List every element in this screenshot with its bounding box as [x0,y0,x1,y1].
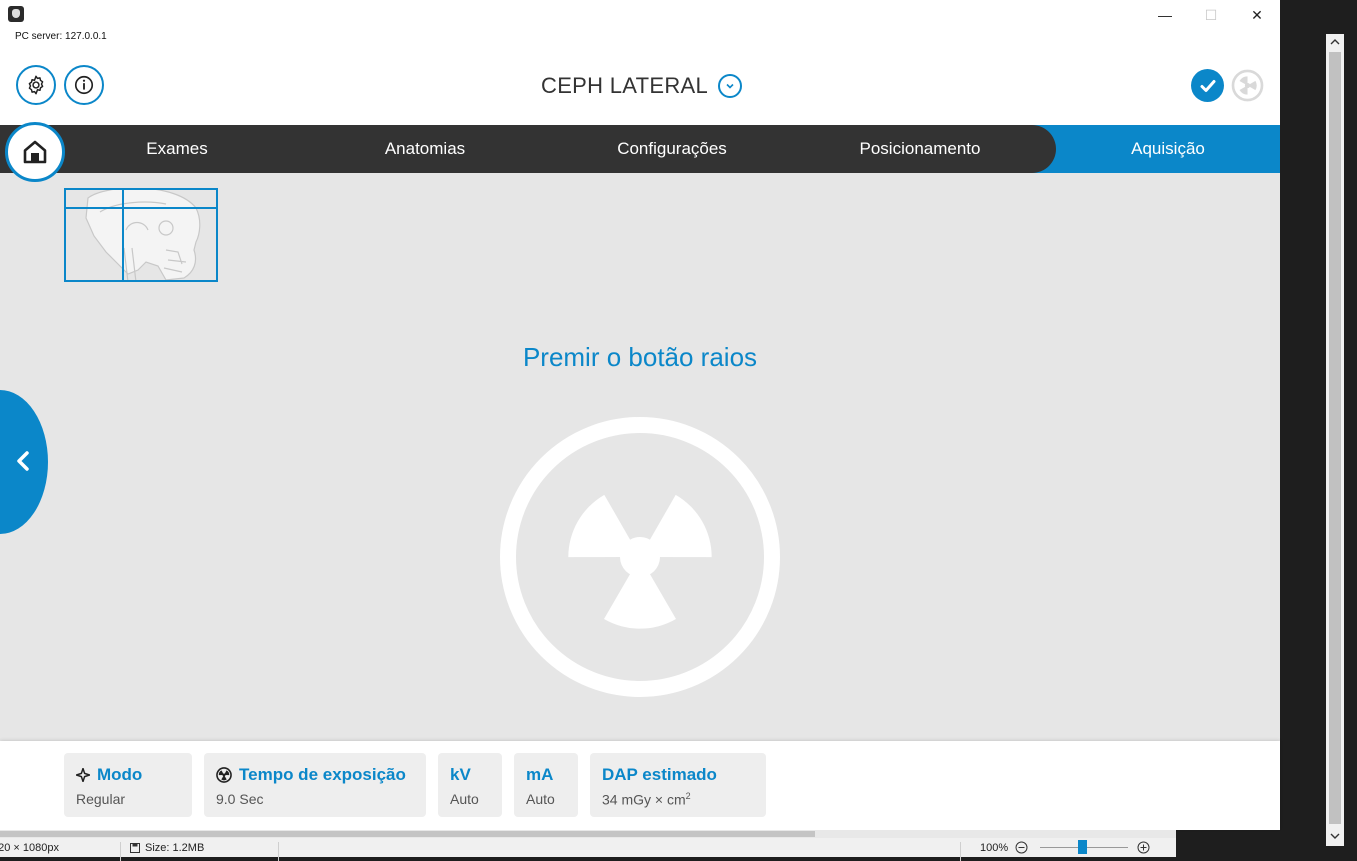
divider [960,842,961,861]
param-title-row: Modo [76,765,180,785]
zoom-level: 100% [980,842,1009,854]
maximize-button[interactable]: ☐ [1188,4,1234,26]
tab-configuracoes[interactable]: Configurações [617,125,727,173]
tab-posicionamento[interactable]: Posicionamento [860,125,981,173]
save-icon [130,843,140,853]
app-window: PC server: 127.0.0.1 — ☐ ✕ CEPH LATERAL [0,0,1280,830]
file-size-row: Size: 1.2MB [130,842,204,854]
param-title: kV [450,765,471,784]
radiation-icon [500,417,780,697]
param-title-row: kV [450,765,490,785]
acquisition-area: Premir o botão raios [0,173,1280,741]
chevron-left-icon[interactable] [12,449,36,473]
param-card-modo[interactable]: Modo Regular [64,753,192,817]
close-button[interactable]: ✕ [1234,4,1280,26]
app-logo-icon [8,6,24,22]
vertical-scrollbar-thumb[interactable] [1329,52,1341,824]
param-value: Auto [450,791,479,807]
server-label: PC server: 127.0.0.1 [15,31,107,42]
param-card-dap[interactable]: DAP estimado 34 mGy × cm2 [590,753,766,817]
main-nav: Exames Anatomias Configurações Posiciona… [0,125,1280,173]
param-card-ma[interactable]: mA Auto [514,753,578,817]
param-title-row: DAP estimado [602,765,754,785]
info-icon [74,75,94,95]
param-title: Tempo de exposição [239,765,406,784]
tab-aquisicao[interactable]: Aquisição [1131,125,1205,173]
param-title: mA [526,765,554,784]
exam-selector[interactable]: CEPH LATERAL [541,72,743,100]
title-bar: PC server: 127.0.0.1 — ☐ ✕ [0,0,1280,50]
sparkle-icon [76,768,90,782]
param-title-row: Tempo de exposição [216,765,414,785]
param-value-superscript: 2 [685,791,691,801]
zoom-in-icon[interactable] [1137,841,1150,854]
vertical-scrollbar[interactable] [1326,34,1344,846]
tab-exames[interactable]: Exames [146,125,207,173]
info-button[interactable] [64,65,104,105]
param-card-tempo-exposicao[interactable]: Tempo de exposição 9.0 Sec [204,753,426,817]
horizontal-scrollbar-thumb[interactable] [0,831,815,837]
gear-icon [28,75,44,95]
host-statusbar: 920 × 1080px Size: 1.2MB 100% [0,838,1176,861]
param-value: 9.0 Sec [216,791,264,807]
param-value: Regular [76,791,126,807]
file-size: Size: 1.2MB [145,842,205,854]
param-title: Modo [97,765,143,784]
param-value: 34 mGy × cm [602,791,686,808]
home-icon [23,140,47,164]
param-title-row: mA [526,765,566,785]
settings-button[interactable] [16,65,56,105]
page-title: CEPH LATERAL [541,73,709,98]
image-dimensions: 920 × 1080px [0,842,59,854]
scroll-up-icon[interactable] [1330,38,1340,46]
param-value-row: 34 mGy × cm2 [602,791,754,808]
zoom-slider-handle[interactable] [1078,840,1087,854]
zoom-out-icon[interactable] [1015,841,1028,854]
horizontal-scrollbar[interactable] [0,830,1176,838]
divider [278,842,279,861]
check-icon [1191,69,1224,102]
param-value: Auto [526,791,555,807]
param-title: DAP estimado [602,765,717,784]
chevron-down-icon[interactable] [718,74,743,98]
skull-preview-thumbnail[interactable] [64,188,218,282]
tab-anatomias[interactable]: Anatomias [385,125,465,173]
exposure-parameters-panel: Modo Regular Tempo de exposição 9.0 Sec … [0,741,1280,830]
param-card-kv[interactable]: kV Auto [438,753,502,817]
home-button[interactable] [5,122,65,182]
scroll-down-icon[interactable] [1330,832,1340,840]
radiation-icon [216,767,232,783]
minimize-button[interactable]: — [1142,4,1188,26]
acquisition-prompt: Premir o botão raios [522,342,758,372]
radiation-status-icon [1231,69,1264,102]
divider [120,842,121,861]
